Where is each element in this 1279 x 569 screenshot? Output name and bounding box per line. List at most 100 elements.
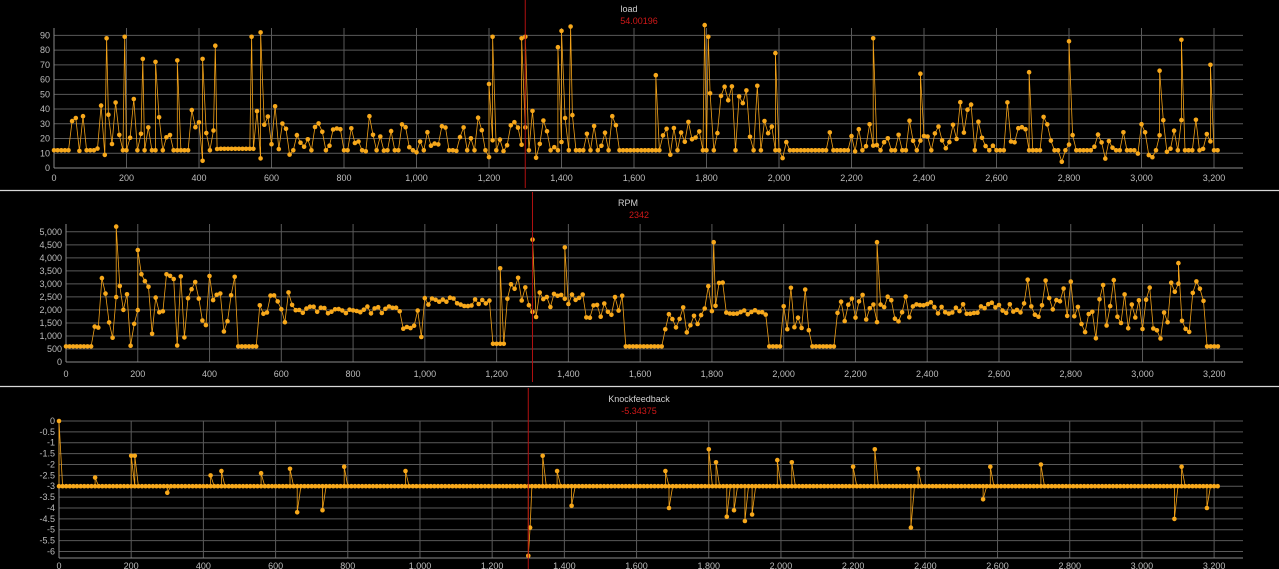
- data-point-rpm: [1050, 307, 1056, 312]
- data-point-rpm: [580, 292, 585, 297]
- data-point-rpm: [1176, 260, 1181, 266]
- data-point-load: [464, 148, 470, 153]
- data-point-load: [1048, 138, 1054, 143]
- data-point-rpm: [106, 320, 112, 325]
- data-point-rpm: [713, 303, 718, 309]
- chart-title-knockfeedback: Knockfeedback: [608, 394, 670, 404]
- data-point-rpm: [1025, 277, 1030, 283]
- data-point-load: [747, 134, 753, 140]
- data-point-load: [827, 130, 833, 135]
- cursor-value-rpm: 2342: [629, 210, 649, 220]
- data-point-load: [860, 148, 865, 153]
- data-point-load: [961, 130, 967, 135]
- data-point-rpm: [296, 307, 302, 313]
- x-tick-label-knockfeedback: 3,200: [1203, 561, 1226, 569]
- data-point-load: [421, 148, 427, 153]
- data-point-rpm: [1029, 304, 1034, 309]
- data-point-rpm: [1075, 304, 1081, 310]
- data-point-rpm: [957, 308, 962, 314]
- y-tick-label-rpm: 1,000: [39, 331, 62, 341]
- data-point-load: [686, 119, 691, 125]
- data-point-load: [541, 118, 546, 123]
- data-point-rpm: [343, 310, 349, 316]
- data-point-rpm: [663, 327, 668, 332]
- data-point-rpm: [178, 274, 184, 279]
- data-point-rpm: [1057, 299, 1063, 304]
- data-point-load: [568, 24, 573, 29]
- x-tick-label-knockfeedback: 2,600: [986, 561, 1009, 569]
- data-point-load: [69, 118, 75, 124]
- data-point-rpm: [361, 307, 367, 313]
- data-point-rpm: [950, 310, 955, 315]
- data-point-rpm: [228, 293, 234, 298]
- data-point-rpm: [777, 344, 783, 349]
- data-point-load: [530, 108, 535, 114]
- data-point-rpm: [365, 304, 370, 309]
- data-point-rpm: [189, 286, 194, 292]
- data-point-knockfeedback: [92, 475, 98, 480]
- data-point-load: [566, 148, 572, 153]
- data-point-rpm: [512, 286, 517, 292]
- data-point-load: [298, 140, 303, 145]
- data-point-load: [486, 154, 492, 160]
- data-point-rpm: [286, 290, 291, 295]
- x-tick-label-rpm: 0: [63, 369, 68, 379]
- data-point-load: [606, 148, 611, 153]
- data-point-load: [146, 125, 151, 130]
- x-tick-label-rpm: 3,000: [1131, 369, 1154, 379]
- data-point-rpm: [426, 302, 431, 307]
- plot-rpm: 0 200 400 600 800 1,000 1,200 1,400 1,600 1,800 2,…: [39, 192, 1243, 382]
- data-point-load: [976, 119, 981, 124]
- data-point-rpm: [1136, 298, 1142, 303]
- data-point-load: [950, 122, 956, 128]
- data-point-rpm: [1197, 286, 1203, 292]
- data-point-load: [533, 155, 539, 161]
- data-point-rpm: [684, 330, 690, 335]
- data-point-load: [127, 135, 133, 140]
- data-point-rpm: [1039, 303, 1045, 308]
- data-point-load: [1055, 148, 1061, 153]
- data-point-load: [773, 50, 778, 56]
- data-point-rpm: [192, 279, 198, 285]
- data-point-load: [185, 148, 191, 153]
- data-point-rpm: [673, 325, 679, 330]
- data-point-load: [552, 144, 557, 150]
- data-point-load: [599, 143, 604, 149]
- data-point-load: [954, 136, 959, 142]
- data-point-rpm: [885, 294, 890, 300]
- data-point-knockfeedback: [294, 510, 300, 515]
- x-tick-label-rpm: 200: [130, 369, 145, 379]
- data-point-load: [472, 148, 477, 153]
- data-point-rpm: [1133, 315, 1138, 320]
- data-point-rpm: [587, 315, 593, 321]
- data-point-load: [1012, 140, 1017, 145]
- data-point-load: [287, 152, 292, 157]
- data-point-rpm: [1107, 303, 1113, 309]
- data-point-load: [1157, 133, 1162, 138]
- data-point-load: [301, 144, 307, 149]
- x-tick-label-knockfeedback: 1,400: [553, 561, 576, 569]
- data-point-load: [744, 88, 749, 93]
- y-tick-label-rpm: 500: [47, 344, 62, 354]
- data-point-knockfeedback: [165, 490, 170, 496]
- data-point-load: [559, 139, 564, 145]
- data-point-rpm: [709, 308, 715, 314]
- data-point-load: [109, 141, 115, 147]
- data-point-rpm: [419, 334, 424, 340]
- cursor-value-load: 54.00196: [620, 16, 658, 26]
- x-tick-label-rpm: 400: [202, 369, 217, 379]
- data-point-rpm: [1068, 279, 1074, 284]
- data-point-load: [135, 148, 140, 153]
- data-point-knockfeedback: [287, 466, 293, 472]
- data-point-knockfeedback: [789, 460, 795, 465]
- data-point-load: [1132, 148, 1137, 153]
- data-point-load: [602, 130, 608, 135]
- data-point-load: [823, 148, 829, 153]
- x-tick-label-rpm: 1,400: [557, 369, 580, 379]
- data-point-rpm: [422, 295, 428, 301]
- data-point-load: [486, 81, 492, 87]
- data-point-rpm: [619, 293, 625, 299]
- data-point-load: [213, 43, 218, 48]
- x-tick-label-load: 2,400: [913, 173, 936, 183]
- panel-rpm: RPM 2342: [618, 198, 649, 220]
